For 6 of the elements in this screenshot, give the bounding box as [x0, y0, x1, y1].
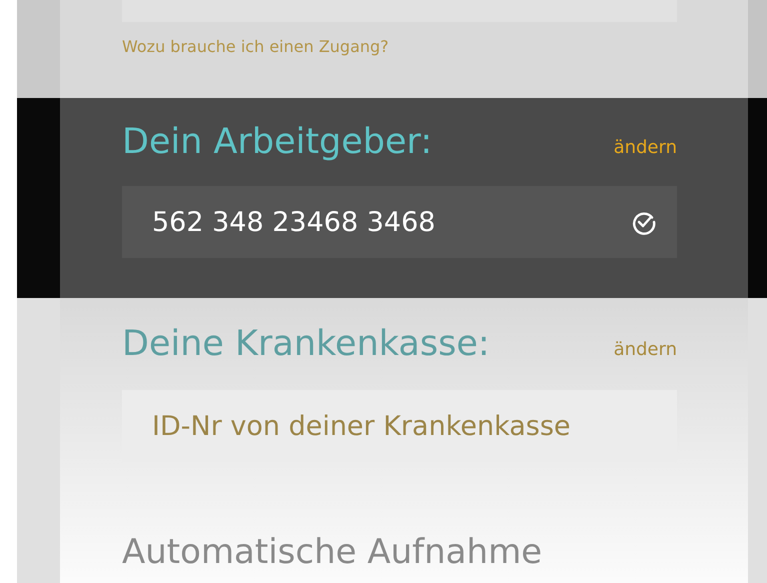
section-title: Deine Krankenkasse: [122, 324, 490, 364]
section-title: Dein Arbeitgeber: [122, 122, 432, 162]
section-title: Automatische Aufnahme [122, 532, 544, 572]
change-link[interactable]: ändern [614, 137, 677, 158]
change-link[interactable]: ändern [614, 339, 677, 360]
input-field[interactable]: 562 348 23468 3468 [122, 186, 677, 258]
